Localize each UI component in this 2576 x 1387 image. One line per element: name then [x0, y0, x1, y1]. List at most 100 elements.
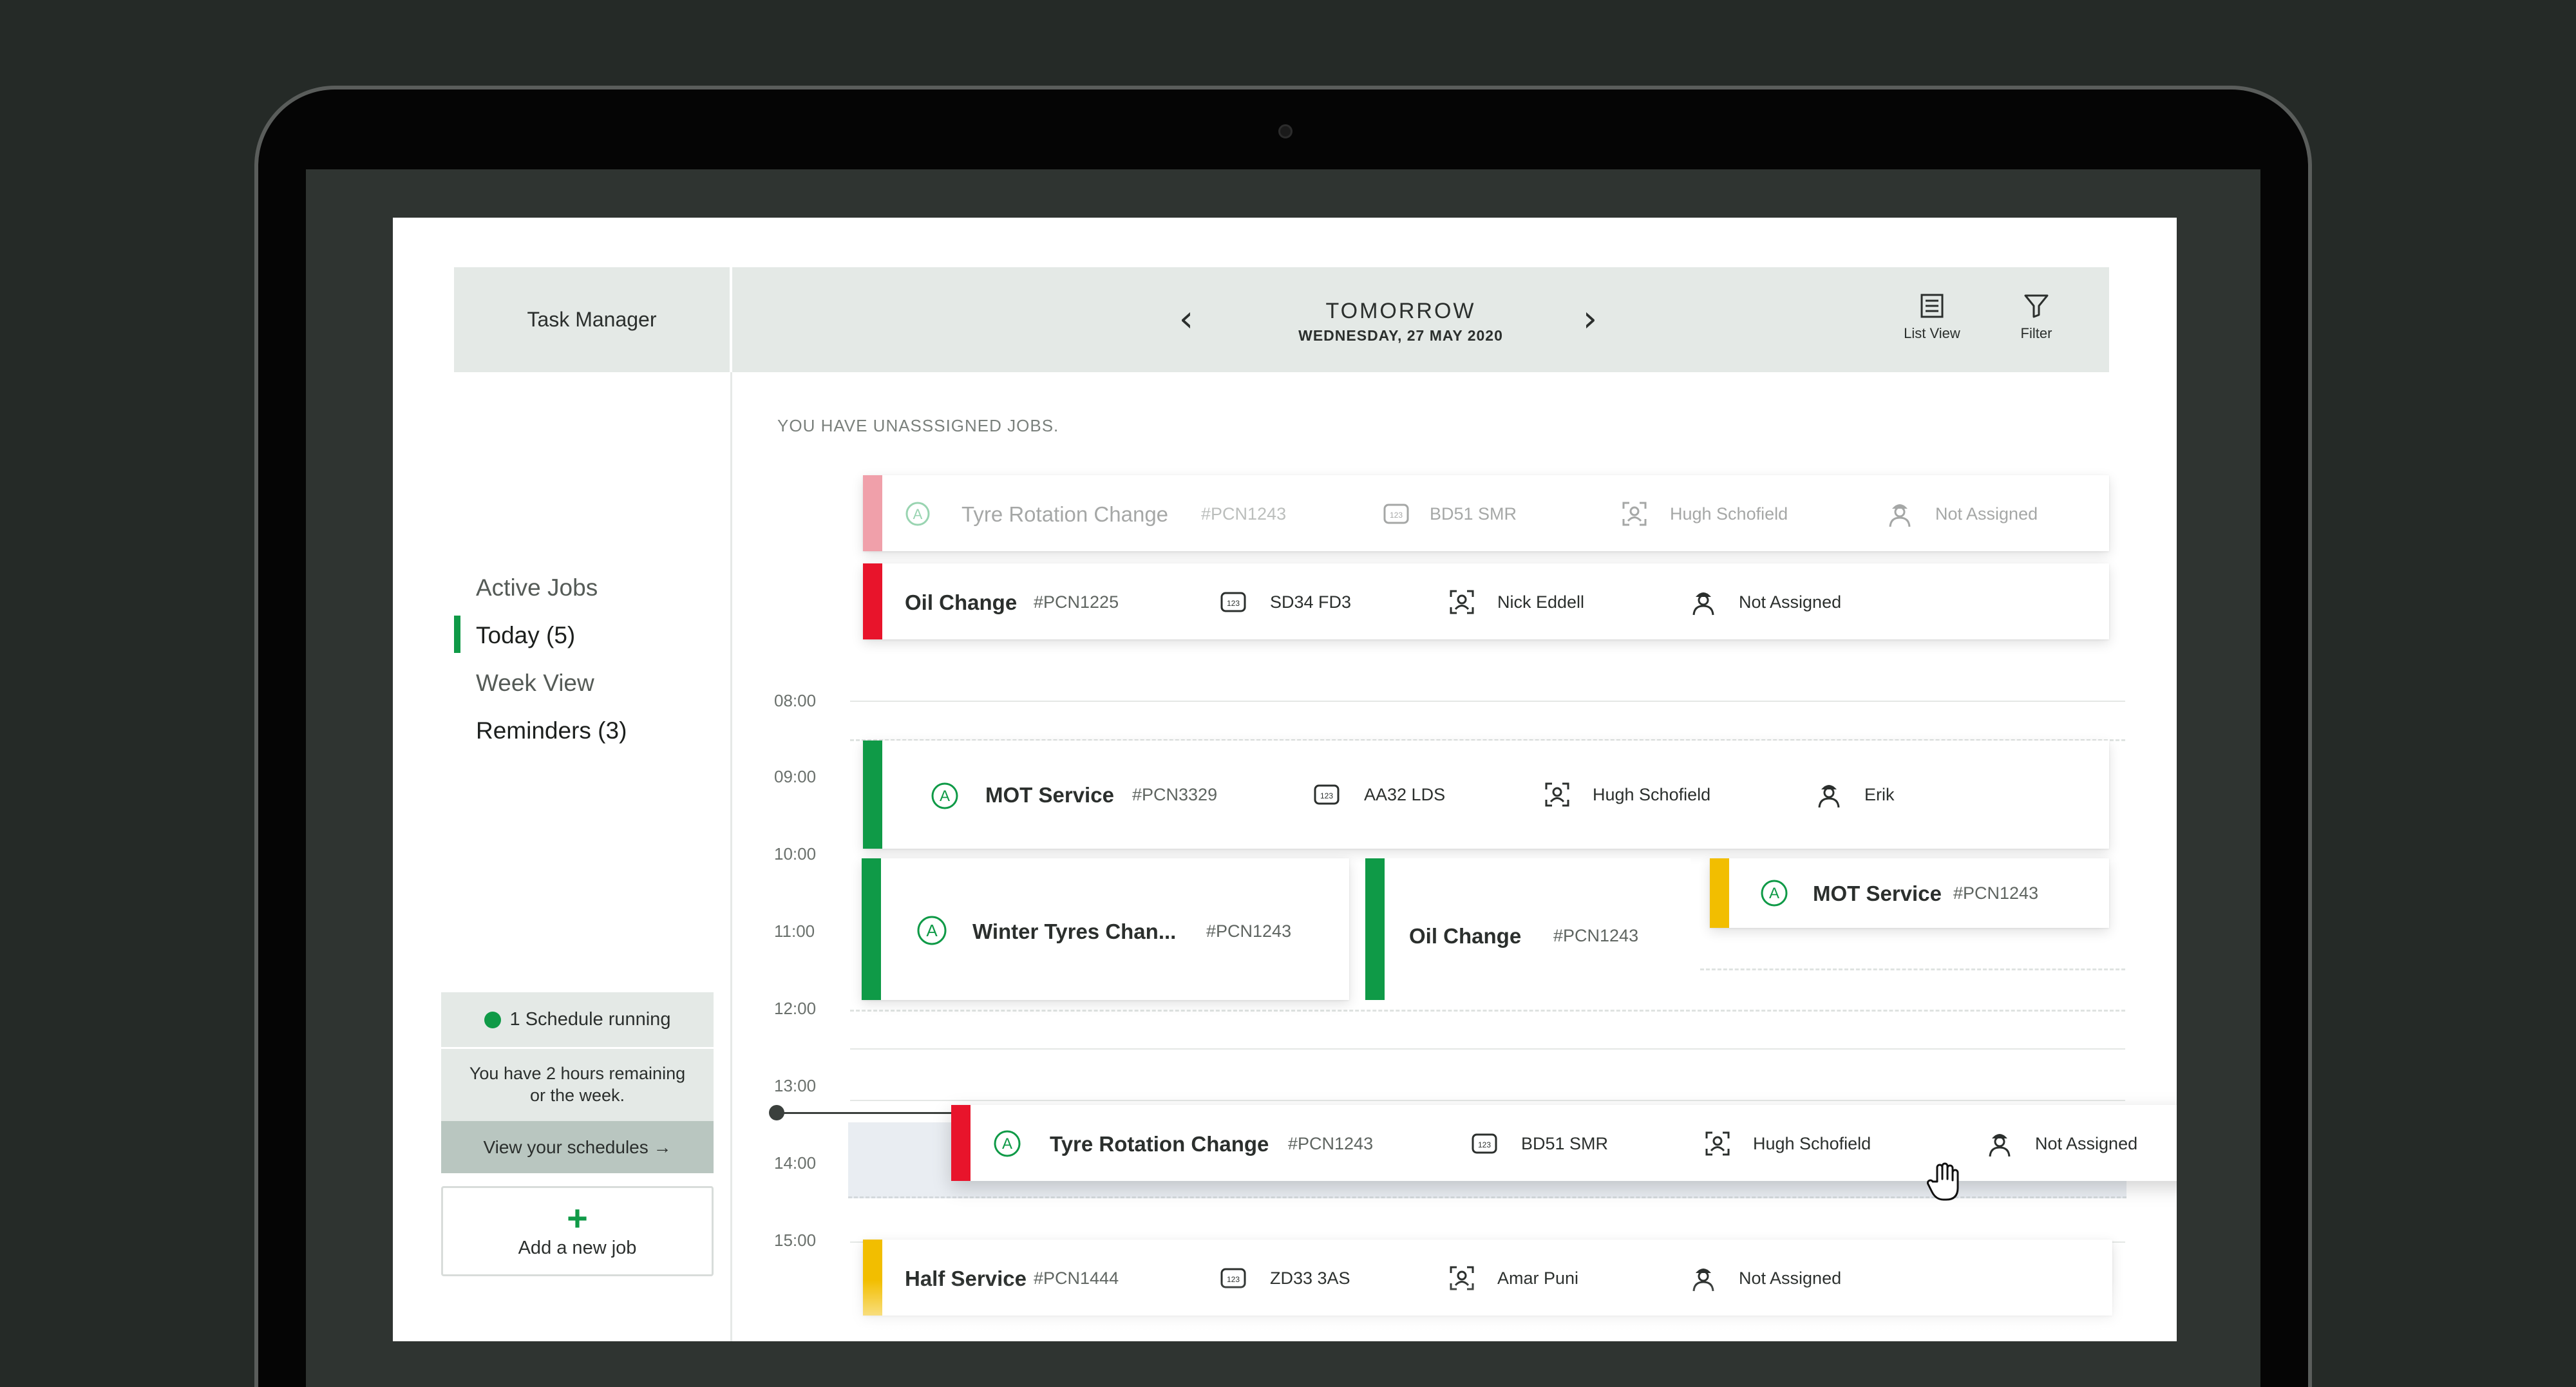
current-time-dot — [769, 1105, 784, 1120]
customer-icon — [1545, 782, 1569, 807]
filter-label: Filter — [2020, 325, 2052, 341]
job-title: MOT Service — [1813, 882, 1942, 905]
time-label: 08:00 — [774, 691, 817, 710]
job-title: Oil Change — [905, 590, 1018, 614]
time-label: 14:00 — [774, 1153, 817, 1173]
job-ref: #PCN1243 — [1553, 926, 1639, 945]
customer-name: Hugh Schofield — [1753, 1134, 1871, 1153]
time-label: 13:00 — [774, 1076, 817, 1095]
assignee: Erik — [1864, 785, 1895, 804]
grid-line — [850, 1010, 2125, 1012]
svg-text:A: A — [1769, 885, 1779, 902]
sidebar-item-active-jobs[interactable]: Active Jobs — [476, 574, 598, 601]
time-label: 11:00 — [774, 921, 815, 941]
plate-icon: 123 — [1220, 592, 1246, 612]
time-label: 09:00 — [774, 767, 817, 786]
date-subtitle: WEDNESDAY, 27 MAY 2020 — [1298, 327, 1503, 344]
mechanic-icon — [1989, 1134, 2011, 1157]
customer-icon — [1450, 590, 1474, 614]
auto-icon: A — [931, 782, 958, 809]
status-bar — [862, 858, 881, 1000]
status-dot-icon — [484, 1011, 501, 1028]
current-time-line — [777, 1112, 963, 1114]
svg-text:A: A — [1002, 1135, 1012, 1153]
plate-number: AA32 LDS — [1364, 785, 1446, 804]
app-title: Task Manager — [454, 267, 732, 372]
chevron-right-icon[interactable]: › — [1571, 298, 1609, 340]
svg-text:123: 123 — [1478, 1140, 1491, 1149]
plate-number: SD34 FD3 — [1270, 592, 1352, 612]
job-title: Oil Change — [1409, 924, 1522, 948]
sidebar-item-week-view[interactable]: Week View — [476, 670, 594, 697]
grid-line — [850, 1048, 2125, 1050]
svg-text:123: 123 — [1390, 511, 1403, 520]
list-view-button[interactable]: List View — [1890, 293, 1974, 342]
schedule-status: 1 Schedule running — [441, 992, 714, 1049]
list-icon — [1920, 294, 1944, 318]
time-label: 12:00 — [774, 999, 817, 1018]
mechanic-icon — [1889, 504, 1911, 527]
status-bar — [1365, 858, 1385, 1000]
svg-text:123: 123 — [1227, 599, 1240, 608]
grid-line — [1700, 968, 2125, 970]
add-job-button[interactable]: + Add a new job — [441, 1186, 714, 1276]
svg-text:A: A — [940, 788, 950, 805]
job-title: Tyre Rotation Change — [1050, 1132, 1269, 1156]
time-label: 15:00 — [774, 1231, 817, 1250]
filter-icon — [2024, 294, 2049, 318]
schedule-panel: 1 Schedule running You have 2 hours rema… — [441, 992, 714, 1173]
grid-line — [850, 1100, 2125, 1101]
grid-line — [850, 701, 2125, 702]
customer-icon — [1622, 502, 1647, 526]
job-title: Tyre Rotation Change — [961, 502, 1169, 526]
status-bar — [1710, 858, 1729, 928]
sidebar-item-today[interactable]: Today (5) — [476, 622, 575, 649]
app-window: Task Manager ‹ TOMORROW WEDNESDAY, 27 MA… — [393, 218, 2177, 1341]
scroll-fade — [753, 1280, 2145, 1341]
status-bar — [951, 1105, 971, 1181]
camera — [1278, 124, 1293, 138]
job-ref: #PCN1243 — [1288, 1134, 1374, 1153]
sidebar-item-reminders[interactable]: Reminders (3) — [476, 717, 627, 744]
assignee: Not Assigned — [1739, 592, 1842, 612]
svg-text:123: 123 — [1320, 791, 1333, 800]
schedule-message: You have 2 hours remaining or the week. — [469, 1064, 686, 1105]
job-card[interactable]: Oil Change #PCN1243 — [1365, 858, 1690, 1000]
status-bar — [863, 475, 882, 551]
time-label: 10:00 — [774, 844, 817, 863]
job-ref: #PCN1243 — [1953, 883, 2039, 903]
job-card[interactable]: A MOT Service #PCN3329 123 AA32 LDS Hugh… — [863, 741, 2109, 849]
auto-icon: A — [917, 916, 947, 945]
customer-name: Nick Eddell — [1497, 592, 1585, 612]
job-card[interactable]: A MOT Service #PCN1243 — [1710, 858, 2109, 928]
add-job-label: Add a new job — [518, 1237, 637, 1258]
mechanic-icon — [1692, 592, 1714, 616]
auto-icon: A — [994, 1130, 1021, 1157]
customer-icon — [1705, 1131, 1730, 1156]
view-schedules-link[interactable]: View your schedules → — [441, 1121, 714, 1173]
plus-icon: + — [567, 1197, 588, 1238]
unassigned-job-card[interactable]: A Tyre Rotation Change #PCN1243 123 BD51… — [863, 475, 2109, 551]
plate-number: BD51 SMR — [1430, 504, 1517, 524]
job-ref: #PCN1243 — [1206, 921, 1292, 941]
list-view-label: List View — [1904, 325, 1960, 341]
plate-icon: 123 — [1383, 504, 1409, 524]
header-bar: Task Manager ‹ TOMORROW WEDNESDAY, 27 MA… — [454, 267, 2109, 372]
customer-name: Hugh Schofield — [1593, 785, 1711, 804]
unassigned-notice: YOU HAVE UNASSSIGNED JOBS. — [777, 416, 1059, 435]
filter-button[interactable]: Filter — [1994, 293, 2078, 342]
plate-icon: 123 — [1314, 784, 1340, 805]
job-ref: #PCN1243 — [1201, 504, 1287, 524]
schedule-status-label: 1 Schedule running — [509, 1009, 671, 1030]
svg-text:A: A — [913, 506, 923, 522]
active-indicator — [454, 616, 460, 653]
plate-icon: 123 — [1472, 1133, 1497, 1154]
svg-text:A: A — [926, 921, 938, 940]
dragging-job-card[interactable]: A Tyre Rotation Change #PCN1243 123 BD51… — [951, 1105, 2177, 1181]
date-title: TOMORROW — [1325, 299, 1476, 323]
job-title: Winter Tyres Chan... — [972, 920, 1177, 943]
unassigned-job-card[interactable]: Oil Change #PCN1225 123 SD34 FD3 Nick Ed… — [863, 563, 2109, 639]
job-card[interactable]: A Winter Tyres Chan... #PCN1243 — [862, 858, 1349, 1000]
chevron-left-icon[interactable]: ‹ — [1167, 298, 1206, 340]
plate-number: BD51 SMR — [1521, 1134, 1609, 1153]
